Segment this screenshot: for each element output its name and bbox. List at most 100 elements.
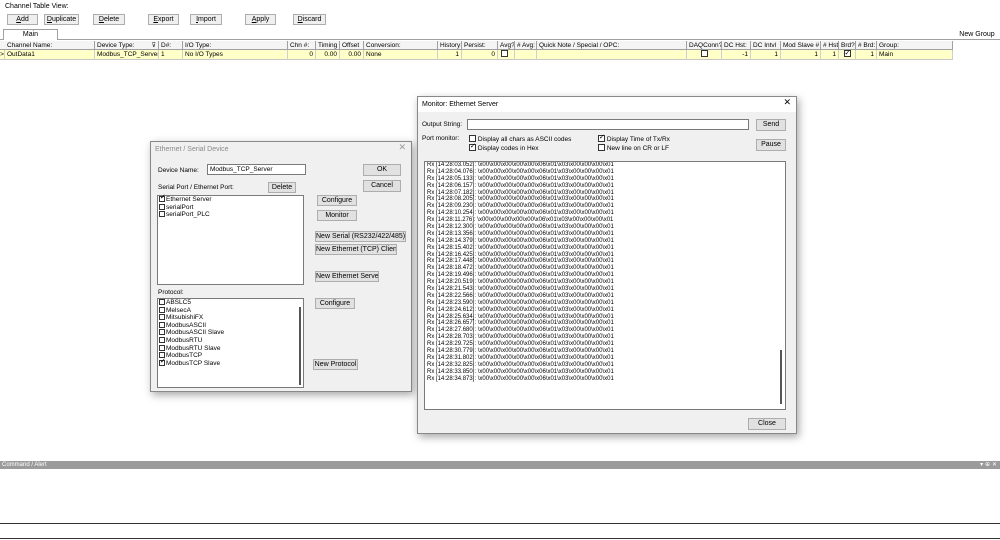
- output-string-input[interactable]: [467, 119, 749, 130]
- port-checkbox[interactable]: [159, 211, 165, 218]
- col-mod-slave[interactable]: Mod Slave #: [781, 41, 821, 50]
- cell-d-number[interactable]: 1: [159, 50, 183, 60]
- col-d-number[interactable]: D#:: [159, 41, 183, 50]
- col-avg[interactable]: Avg?: [498, 41, 515, 50]
- log-scrollbar-thumb[interactable]: [780, 350, 782, 404]
- protocol-checkbox[interactable]: [159, 329, 165, 336]
- tab-main[interactable]: Main: [3, 29, 58, 40]
- col-conversion[interactable]: Conversion:: [364, 41, 438, 50]
- apply-button[interactable]: Apply: [245, 14, 276, 25]
- cell-chn[interactable]: 0: [288, 50, 316, 60]
- discard-button[interactable]: Discard: [293, 14, 326, 25]
- table-row[interactable]: > OutData1 Modbus_TCP_Server 1 No I/O Ty…: [0, 50, 953, 60]
- opt-hex[interactable]: Display codes in Hex: [469, 142, 539, 152]
- cell-offset[interactable]: 0.00: [340, 50, 364, 60]
- col-channel-name[interactable]: Channel Name:: [5, 41, 95, 50]
- send-button[interactable]: Send: [756, 119, 786, 131]
- close-icon[interactable]: ✕: [783, 98, 791, 108]
- col-quick-note[interactable]: Quick Note / Special / OPC:: [537, 41, 687, 50]
- protocol-list[interactable]: ABSLC5 MelsecA MitsubishiFX ModbusASCII …: [157, 298, 304, 388]
- opt-ascii[interactable]: Display all chars as ASCII codes: [469, 135, 571, 143]
- cell-avg[interactable]: [498, 50, 515, 60]
- col-device-type[interactable]: Device Type: ⊽: [95, 41, 159, 50]
- ascii-checkbox[interactable]: [469, 135, 476, 142]
- avg-checkbox[interactable]: [501, 50, 508, 57]
- col-persist[interactable]: Persist:: [462, 41, 498, 50]
- list-item[interactable]: ModbusTCP: [158, 352, 303, 360]
- pause-button[interactable]: Pause: [756, 139, 786, 151]
- col-io-type[interactable]: I/O Type:: [183, 41, 288, 50]
- ok-button[interactable]: OK: [363, 164, 401, 176]
- col-history[interactable]: History:: [438, 41, 462, 50]
- protocol-checkbox[interactable]: [159, 344, 165, 351]
- col-hst[interactable]: # Hst:: [821, 41, 839, 50]
- cell-quick-note[interactable]: [537, 50, 687, 60]
- device-name-input[interactable]: Modbus_TCP_Server: [207, 164, 306, 175]
- monitor-log[interactable]: Rx [14:28:03.052]: \x00\x00\x00\x00\x00\…: [424, 161, 786, 410]
- cell-daqconn[interactable]: [687, 50, 722, 60]
- new-ethernet-server-button[interactable]: New Ethernet Server: [315, 271, 379, 282]
- list-item[interactable]: ModbusRTU Slave: [158, 344, 303, 353]
- col-num-avg[interactable]: # Avg:: [515, 41, 537, 50]
- opt-time[interactable]: Display Time of Tx/Rx: [598, 133, 670, 143]
- col-offset[interactable]: Offset: [340, 41, 364, 50]
- list-item[interactable]: serialPort_PLC: [158, 211, 303, 219]
- list-item[interactable]: serialPort: [158, 203, 303, 212]
- port-checkbox[interactable]: [159, 203, 165, 210]
- delete-port-button[interactable]: Delete: [268, 182, 296, 193]
- pane-controls-icon[interactable]: ▾ ⊕ ✕: [980, 461, 997, 469]
- configure-port-button[interactable]: Configure: [317, 195, 357, 206]
- cell-io-type[interactable]: No I/O Types: [183, 50, 288, 60]
- list-item[interactable]: ModbusTCP Slave: [158, 358, 303, 368]
- col-daqconn[interactable]: DAQConn?: [687, 41, 722, 50]
- newline-checkbox[interactable]: [598, 144, 605, 151]
- command-input[interactable]: [0, 524, 1000, 538]
- col-dc-hst[interactable]: DC Hst:: [722, 41, 751, 50]
- cell-group[interactable]: Main: [877, 50, 953, 60]
- cell-dc-hst[interactable]: -1: [722, 50, 751, 60]
- cell-hst[interactable]: 1: [821, 50, 839, 60]
- close-icon[interactable]: ✕: [398, 143, 406, 153]
- cancel-button[interactable]: Cancel: [363, 180, 401, 192]
- list-item[interactable]: ModbusASCII Slave: [158, 329, 303, 337]
- configure-protocol-button[interactable]: Configure: [315, 298, 355, 309]
- list-item[interactable]: MelsecA: [158, 306, 303, 315]
- list-item[interactable]: ModbusRTU: [158, 336, 303, 345]
- daqconn-checkbox[interactable]: [700, 50, 708, 57]
- filter-icon[interactable]: ⊽: [152, 41, 156, 50]
- new-protocol-button[interactable]: New Protocol: [313, 359, 358, 370]
- monitor-button[interactable]: Monitor: [317, 210, 357, 221]
- cell-brd[interactable]: [839, 50, 856, 60]
- protocol-checkbox[interactable]: [159, 314, 165, 321]
- cell-num-avg[interactable]: [515, 50, 537, 60]
- cell-channel-name[interactable]: OutData1: [5, 50, 95, 60]
- duplicate-button[interactable]: Duplicate: [44, 14, 79, 25]
- cell-timing[interactable]: 0.00: [316, 50, 340, 60]
- port-list[interactable]: Ethernet Server serialPort serialPort_PL…: [157, 194, 304, 285]
- time-checkbox[interactable]: [598, 133, 605, 142]
- list-item[interactable]: ModbusASCII: [158, 321, 303, 330]
- hex-checkbox[interactable]: [469, 142, 476, 151]
- list-item[interactable]: Ethernet Server: [158, 194, 303, 204]
- new-serial-button[interactable]: New Serial (RS232/422/485): [315, 231, 406, 242]
- col-brd[interactable]: Brd?: [839, 41, 856, 50]
- protocol-checkbox[interactable]: [159, 358, 166, 366]
- cell-num-brd[interactable]: 1: [856, 50, 877, 60]
- export-button[interactable]: Export: [148, 14, 179, 25]
- col-chn[interactable]: Chn #:: [288, 41, 316, 50]
- import-button[interactable]: Import: [190, 14, 222, 25]
- port-checkbox[interactable]: [159, 194, 166, 202]
- brd-checkbox[interactable]: [843, 50, 851, 58]
- col-dc-intvl[interactable]: DC Intvl: [751, 41, 781, 50]
- cell-device-type[interactable]: Modbus_TCP_Server: [95, 50, 159, 60]
- col-group[interactable]: Group:: [877, 41, 953, 50]
- list-item[interactable]: MitsubishiFX: [158, 314, 303, 322]
- cell-mod-slave[interactable]: 1: [781, 50, 821, 60]
- protocol-checkbox[interactable]: [159, 321, 165, 328]
- protocol-checkbox[interactable]: [159, 299, 165, 305]
- tab-new-group[interactable]: New Group: [955, 30, 999, 39]
- cell-persist[interactable]: 0: [462, 50, 498, 60]
- col-timing[interactable]: Timing: [316, 41, 340, 50]
- col-num-brd[interactable]: # Brd:: [856, 41, 877, 50]
- protocol-checkbox[interactable]: [159, 306, 165, 313]
